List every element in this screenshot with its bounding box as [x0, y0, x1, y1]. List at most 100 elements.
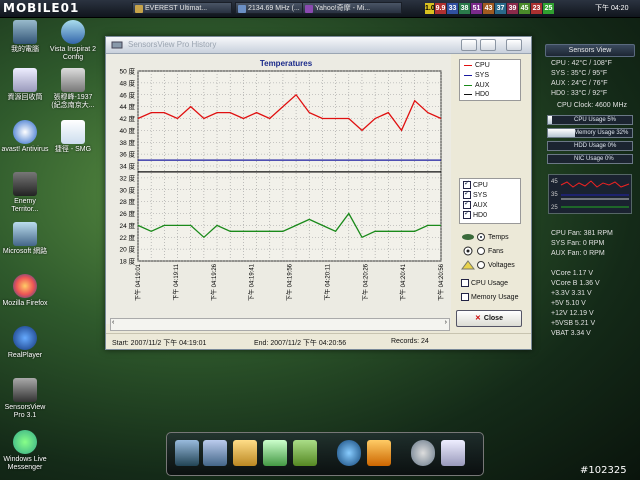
- desktop-icon-my-computer[interactable]: 我的電腦: [0, 20, 50, 54]
- game-icon: [13, 172, 37, 196]
- y-tick-label: 32 度: [119, 173, 135, 182]
- checkbox-sys[interactable]: SYS: [463, 189, 487, 199]
- close-window-button[interactable]: [506, 39, 522, 51]
- status-records: Records: 24: [391, 338, 429, 345]
- checkbox-aux[interactable]: AUX: [463, 199, 487, 209]
- checkbox-box[interactable]: [461, 293, 469, 301]
- radio-dot[interactable]: [476, 261, 485, 269]
- checkbox-box[interactable]: [463, 199, 471, 209]
- tray-readout: 45: [519, 3, 530, 14]
- checkbox-cpu-usage[interactable]: CPU Usage: [461, 279, 508, 287]
- desktop-icon-network[interactable]: Microsoft 網路: [0, 222, 50, 256]
- dock-folder-icon[interactable]: [233, 440, 257, 466]
- y-tick-label: 20 度: [119, 245, 135, 254]
- close-icon: ✕: [475, 315, 481, 322]
- radio-dot[interactable]: [476, 233, 485, 241]
- app-icon: [111, 41, 123, 49]
- avast-icon: [13, 120, 37, 144]
- dock-documents-icon[interactable]: [263, 440, 287, 466]
- dock-recycle-bin-icon[interactable]: [441, 440, 465, 466]
- tray-readout: 23: [531, 3, 542, 14]
- y-tick-label: 22 度: [119, 233, 135, 242]
- radio-fans[interactable]: Fans: [461, 246, 504, 256]
- gadget-title: Sensors View: [545, 44, 635, 57]
- gadget-temp-aux: AUX : 24°C / 76°F: [551, 80, 608, 87]
- x-tick-label: 下午 04:19:11: [172, 263, 180, 300]
- task-button-clock-speed[interactable]: 2134.69 MHz (...: [235, 2, 307, 14]
- dock-media-player-icon[interactable]: [367, 440, 391, 466]
- dock-browser-icon[interactable]: [337, 440, 361, 466]
- dock-music-icon[interactable]: [293, 440, 317, 466]
- desktop-icon-firefox[interactable]: Mozilla Firefox: [0, 274, 50, 308]
- dock-settings-icon[interactable]: [411, 440, 435, 466]
- checkbox-memory-usage[interactable]: Memory Usage: [461, 293, 518, 301]
- y-axis: 50 度 48 度 46 度 44 度 42 度 40 度 38 度 36 度 34 度 32 度…: [119, 67, 135, 266]
- legend-swatch: [464, 74, 472, 76]
- close-button[interactable]: ✕ Close: [456, 310, 522, 327]
- scroll-right-arrow-icon[interactable]: ›: [445, 319, 447, 326]
- gadget-fan-sys: SYS Fan: 0 RPM: [551, 240, 605, 247]
- firefox-icon: [13, 274, 37, 298]
- y-tick-label: 44 度: [119, 102, 135, 111]
- legend-item-aux: AUX: [464, 82, 489, 89]
- task-button-everest[interactable]: EVEREST Ultimat...: [132, 2, 232, 14]
- y-tick-label: 30 度: [119, 185, 135, 194]
- gadget-fan-cpu: CPU Fan: 381 RPM: [551, 230, 613, 237]
- checkbox-hd0[interactable]: HD0: [463, 209, 487, 219]
- gadget-nic-usage-bar: NIC Usage 0%: [547, 154, 633, 164]
- dock-computer-icon[interactable]: [175, 440, 199, 466]
- x-tick-label: 下午 04:19:56: [286, 263, 294, 301]
- system-tray: 1.0 9.9 33 38 51 43 37 39 45 23 25 下午 04…: [415, 1, 640, 16]
- window-titlebar[interactable]: SensorsView Pro History: [106, 37, 531, 54]
- radio-voltages[interactable]: Voltages: [461, 260, 515, 270]
- status-bar: Start: 2007/11/2 下午 04:19:01 End: 2007/1…: [106, 333, 531, 350]
- desktop-icon-messenger[interactable]: Windows Live Messenger: [0, 430, 50, 472]
- checkbox-box[interactable]: [463, 209, 471, 219]
- scroll-left-arrow-icon[interactable]: ‹: [112, 319, 114, 326]
- radio-temps[interactable]: Temps: [461, 232, 509, 242]
- desktop-icon-smg-shortcut[interactable]: 捷徑 - SMG: [48, 120, 98, 154]
- desktop-icon-enemy-territory[interactable]: Enemy Territor...: [0, 172, 50, 214]
- gadget-cpu-usage-bar: CPU Usage 5%: [547, 115, 633, 125]
- minimize-button[interactable]: [461, 39, 477, 51]
- tray-readout: 25: [543, 3, 554, 14]
- x-tick-label: 下午 04:20:11: [323, 263, 331, 300]
- desktop-icon-avast[interactable]: avast! Antivirus: [0, 120, 50, 154]
- y-tick-label: 28 度: [119, 197, 135, 206]
- checkbox-box[interactable]: [463, 179, 471, 189]
- gadget-volt: +5VSB 5.21 V: [551, 320, 596, 327]
- tray-readout: 38: [459, 3, 470, 14]
- checkbox-box[interactable]: [463, 189, 471, 199]
- gadget-volt: VCore 1.17 V: [551, 270, 594, 277]
- desktop-icon-vista-inspirat[interactable]: Vista Inspirat 2 Config: [48, 20, 98, 62]
- shortcut-icon: [61, 120, 85, 144]
- desktop-icon-realplayer[interactable]: RealPlayer: [0, 326, 50, 360]
- legend-swatch: [464, 93, 472, 95]
- recycle-bin-icon: [13, 68, 37, 92]
- horizontal-scrollbar[interactable]: ‹ ›: [110, 318, 450, 331]
- dock-network-icon[interactable]: [203, 440, 227, 466]
- task-button-yahoo-mail[interactable]: Yahoo!奇摩 - Mi...: [302, 2, 402, 14]
- tray-readout: 1.0: [425, 3, 435, 14]
- desktop-icon-sensorsview[interactable]: SensorsView Pro 3.1: [0, 378, 50, 420]
- checkbox-box[interactable]: [461, 279, 469, 287]
- radio-dot[interactable]: [476, 247, 485, 255]
- gadget-temp-cpu: CPU : 42°C / 108°F: [551, 60, 612, 67]
- desktop-icon-film[interactable]: 張穆峰-1937 (紀念南京大...: [48, 68, 98, 110]
- realplayer-icon: [13, 326, 37, 350]
- desktop-icon-recycle-bin[interactable]: 資源回收筒: [0, 68, 50, 102]
- computer-icon: [13, 20, 37, 44]
- watermark: #102325: [580, 465, 627, 476]
- y-tick-label: 34 度: [119, 162, 135, 171]
- chart-title: Temperatures: [260, 59, 313, 68]
- legend-swatch: [464, 64, 472, 66]
- tray-readout: 51: [471, 3, 482, 14]
- y-tick-label: 36 度: [119, 150, 135, 159]
- gadget-volt: VBAT 3.34 V: [551, 330, 591, 337]
- x-tick-label: 下午 04:20:56: [437, 263, 445, 301]
- checkbox-cpu[interactable]: CPU: [463, 179, 488, 189]
- taskbar-clock[interactable]: 下午 04:20: [595, 3, 628, 13]
- gadget-volt: +3.3V 3.31 V: [551, 290, 592, 297]
- maximize-button[interactable]: [480, 39, 496, 51]
- voltage-warning-icon: [461, 260, 475, 270]
